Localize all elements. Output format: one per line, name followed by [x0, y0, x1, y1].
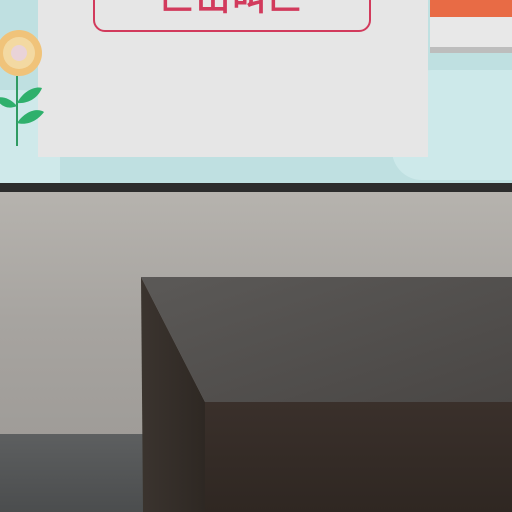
- desk: [141, 277, 512, 512]
- scene: 匚山叫匚: [0, 0, 512, 512]
- desk-front: [205, 402, 512, 512]
- desk-top: [141, 277, 512, 402]
